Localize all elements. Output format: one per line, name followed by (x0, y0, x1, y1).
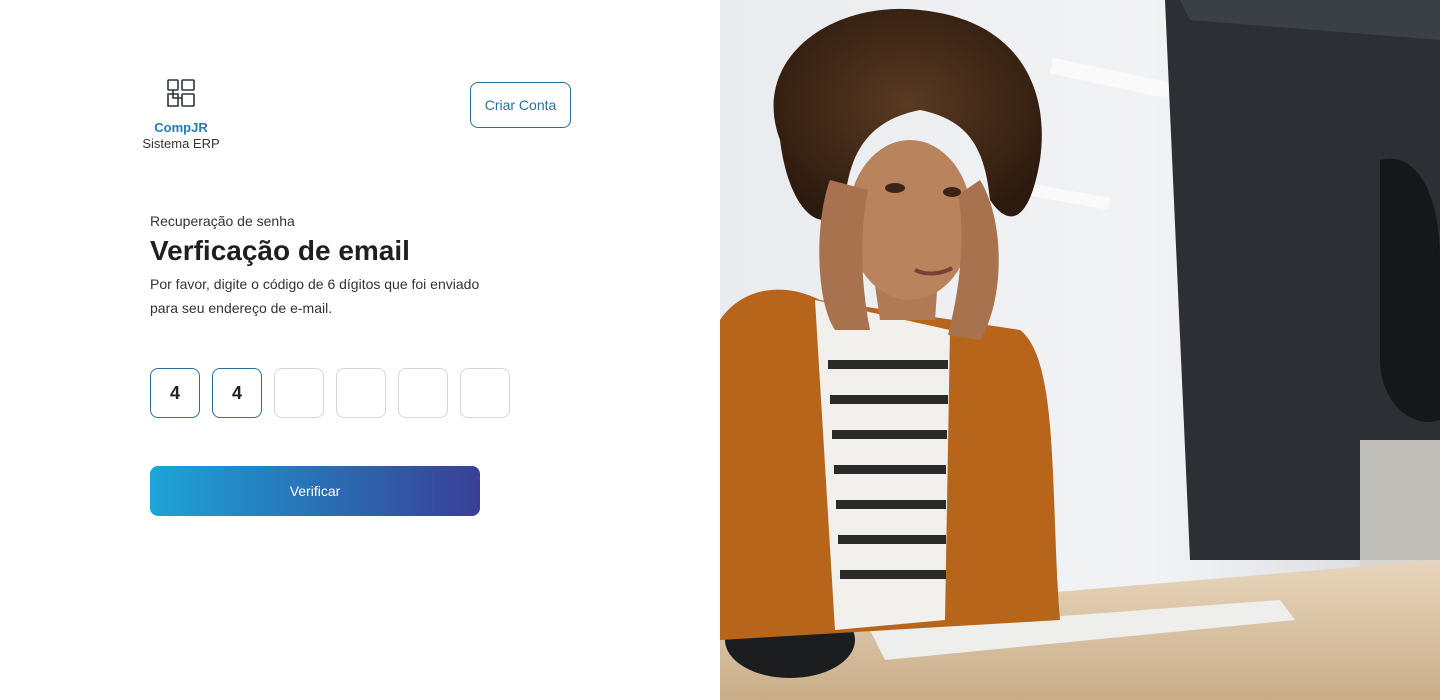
brand-name: CompJR (154, 120, 208, 135)
woman-at-computer-illustration (720, 0, 1440, 700)
create-account-button[interactable]: Criar Conta (470, 82, 571, 128)
verification-code-inputs (150, 368, 510, 418)
code-digit-2[interactable] (212, 368, 262, 418)
login-panel: CompJR Sistema ERP Criar Conta Recuperaç… (0, 0, 720, 700)
code-digit-6[interactable] (460, 368, 510, 418)
instructions-text: Por favor, digite o código de 6 dígitos … (150, 276, 480, 316)
layout-grid-logo-icon (167, 79, 195, 107)
verify-button[interactable]: Verificar (150, 466, 480, 516)
section-eyebrow: Recuperação de senha (150, 213, 295, 229)
brand-subtitle: Sistema ERP (142, 136, 220, 151)
page-title: Verficação de email (150, 235, 410, 266)
hero-photo (720, 0, 1440, 700)
code-digit-5[interactable] (398, 368, 448, 418)
code-digit-3[interactable] (274, 368, 324, 418)
code-digit-1[interactable] (150, 368, 200, 418)
code-digit-4[interactable] (336, 368, 386, 418)
brand: CompJR Sistema ERP (140, 78, 222, 152)
